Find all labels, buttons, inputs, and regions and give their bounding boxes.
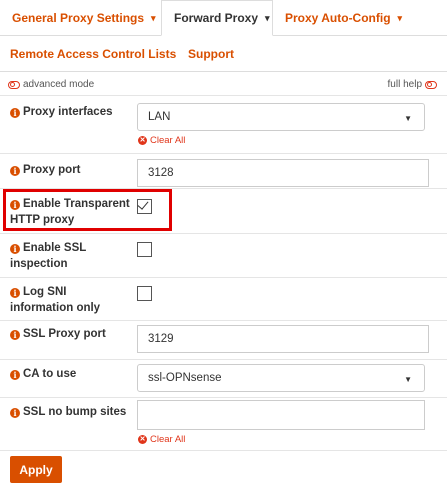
ssl-inspection-row: i Enable SSL inspection [0,234,447,278]
tab-divider [273,35,447,36]
ssl-no-bump-label: SSL no bump sites [23,406,127,418]
caret-down-icon: ▾ [397,12,403,23]
field-label: i Enable SSL inspection [10,240,132,272]
toggle-off-icon[interactable] [8,80,20,89]
caret-down-icon: ▾ [151,12,156,23]
clear-all-link[interactable]: ✕ Clear All [138,135,185,146]
info-icon[interactable]: i [10,370,20,380]
tab-label: Remote Access Control Lists [10,47,177,61]
field-label: i SSL no bump sites [10,404,132,420]
advanced-mode-label: advanced mode [23,79,95,90]
field-label: i SSL Proxy port [10,326,132,342]
ssl-proxy-port-row: i SSL Proxy port 3129 [0,321,447,360]
ssl-inspection-label: Enable SSL inspection [10,242,87,270]
log-sni-label: Log SNI information only [10,286,101,314]
selected-value: ssl-OPNsense [148,372,222,384]
remove-circle-icon: ✕ [138,435,147,444]
tab-row-2: Remote Access Control Lists Support [0,36,252,72]
clear-all-label: Clear All [150,135,186,146]
clear-all-label: Clear All [150,434,186,445]
input-value: 3128 [148,167,174,179]
info-icon[interactable]: i [10,408,20,418]
ssl-no-bump-input[interactable] [137,400,425,430]
info-icon[interactable]: i [10,288,20,298]
field-label: i Proxy port [10,162,132,178]
tab-label: General Proxy Settings [12,11,145,25]
proxy-interfaces-select[interactable]: LAN ▼ [137,103,425,131]
tab-proxy-auto-config[interactable]: Proxy Auto-Config ▾ [273,0,402,36]
caret-down-icon: ▼ [404,114,412,123]
full-help-toggle[interactable]: full help [388,79,437,90]
field-label: i CA to use [10,366,132,382]
toggle-off-icon[interactable] [425,80,437,89]
ssl-no-bump-row: i SSL no bump sites ✕ Clear All [0,398,447,451]
tab-label: Support [188,47,234,61]
tab-bar: General Proxy Settings ▾ Forward Proxy ▾… [0,0,447,72]
clear-all-link[interactable]: ✕ Clear All [138,434,185,445]
mode-toggle-row: advanced mode full help [0,75,447,96]
tab-general-proxy-settings[interactable]: General Proxy Settings ▾ [0,0,161,36]
info-icon[interactable]: i [10,330,20,340]
ssl-proxy-port-label: SSL Proxy port [23,328,106,340]
full-help-label: full help [387,79,422,90]
proxy-interfaces-row: i Proxy interfaces LAN ▼ ✕ Clear All [0,96,447,154]
advanced-mode-toggle[interactable]: advanced mode [8,79,94,90]
log-sni-checkbox[interactable] [137,286,152,301]
field-label: i Proxy interfaces [10,104,132,120]
ssl-inspection-checkbox[interactable] [137,242,152,257]
input-value: 3129 [148,333,174,345]
log-sni-row: i Log SNI information only [0,278,447,321]
ca-select[interactable]: ssl-OPNsense ▼ [137,364,425,392]
tab-remote-access-control-lists[interactable]: Remote Access Control Lists [0,36,176,72]
field-label: i Log SNI information only [10,284,132,316]
selected-value: LAN [148,111,171,123]
remove-circle-icon: ✕ [138,136,147,145]
proxy-interfaces-label: Proxy interfaces [23,106,113,118]
info-icon[interactable]: i [10,166,20,176]
proxy-port-label: Proxy port [23,164,81,176]
ca-label: CA to use [23,368,77,380]
caret-down-icon: ▾ [265,12,270,23]
tab-label: Proxy Auto-Config [285,11,391,25]
highlight-box [3,189,172,231]
tab-support[interactable]: Support [176,36,252,72]
tab-label: Forward Proxy [174,11,259,25]
tab-underline [0,71,447,72]
tab-row-1: General Proxy Settings ▾ Forward Proxy ▾… [0,0,402,36]
info-icon[interactable]: i [10,244,20,254]
proxy-port-input[interactable]: 3128 [137,159,429,187]
apply-button[interactable]: Apply [10,456,62,483]
proxy-port-row: i Proxy port 3128 [0,154,447,189]
caret-down-icon: ▼ [404,375,412,384]
info-icon[interactable]: i [10,108,20,118]
tab-forward-proxy[interactable]: Forward Proxy ▾ [161,0,273,36]
ca-row: i CA to use ssl-OPNsense ▼ [0,360,447,398]
ssl-proxy-port-input[interactable]: 3129 [137,325,429,353]
